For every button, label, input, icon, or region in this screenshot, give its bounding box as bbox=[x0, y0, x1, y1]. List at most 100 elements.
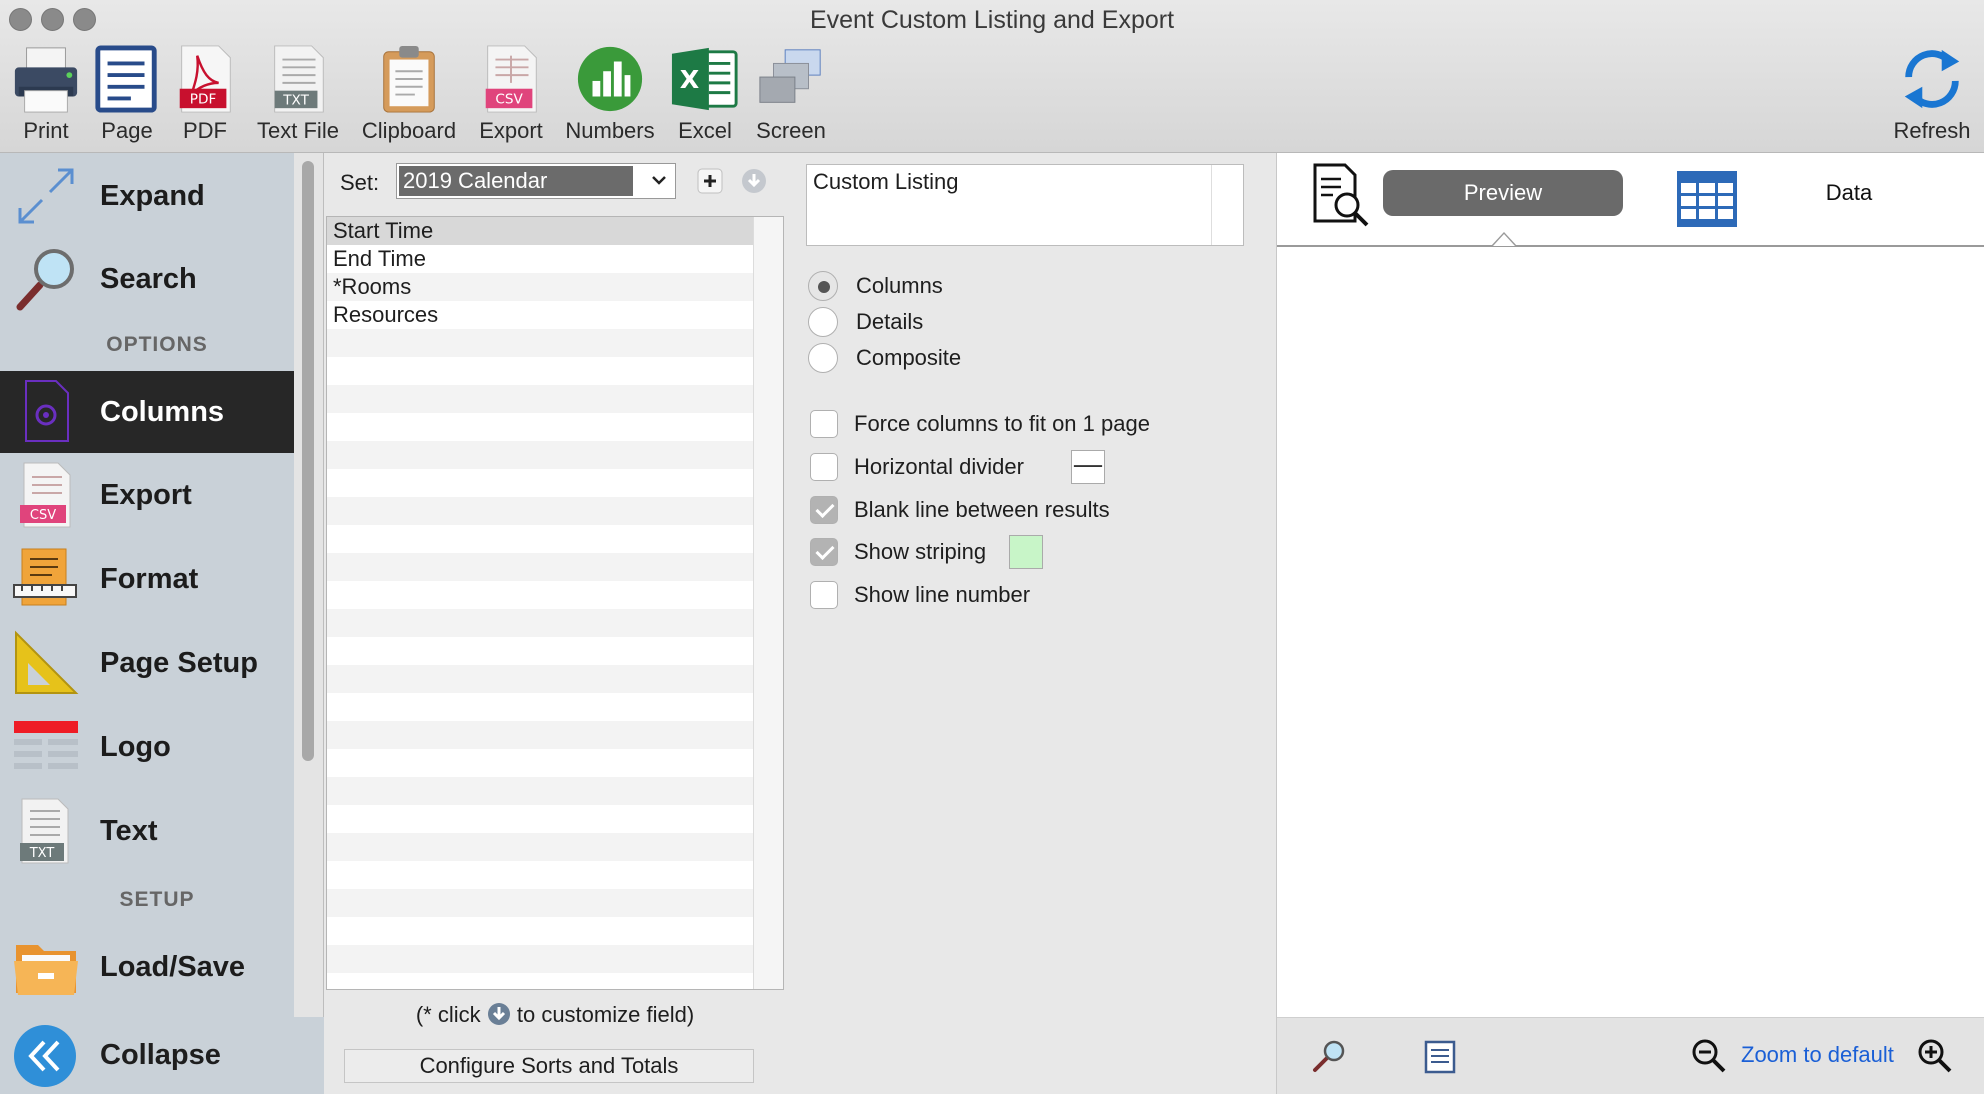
toolbar-page-button[interactable]: Page bbox=[92, 44, 162, 144]
field-list-empty-row[interactable] bbox=[327, 525, 753, 553]
field-list-empty-row[interactable] bbox=[327, 637, 753, 665]
toolbar-numbers-button[interactable]: Numbers bbox=[560, 44, 660, 144]
tab-preview[interactable]: Preview bbox=[1383, 170, 1623, 216]
magnifier-icon[interactable] bbox=[1311, 1038, 1347, 1074]
field-list-empty-row[interactable] bbox=[327, 329, 753, 357]
checkbox-force-columns[interactable]: Force columns to fit on 1 page bbox=[810, 409, 1150, 439]
field-list-empty-row[interactable] bbox=[327, 945, 753, 973]
field-list-empty-row[interactable] bbox=[327, 917, 753, 945]
svg-text:TXT: TXT bbox=[29, 846, 55, 861]
collapse-button[interactable]: Collapse bbox=[0, 1017, 324, 1094]
field-list-empty-row[interactable] bbox=[327, 861, 753, 889]
toolbar-label: Text File bbox=[257, 118, 339, 143]
field-list-empty-row[interactable] bbox=[327, 357, 753, 385]
logo-icon bbox=[14, 721, 78, 769]
zoom-out-icon[interactable] bbox=[1691, 1038, 1727, 1074]
field-list-empty-row[interactable] bbox=[327, 469, 753, 497]
tab-data[interactable]: Data bbox=[1729, 170, 1969, 216]
toolbar-print-button[interactable]: Print bbox=[8, 44, 84, 144]
svg-text:X: X bbox=[680, 65, 699, 94]
checkbox-show-striping[interactable]: Show striping bbox=[810, 537, 986, 567]
set-square-icon bbox=[15, 630, 79, 694]
customize-field-button[interactable] bbox=[741, 168, 767, 194]
radio-composite[interactable]: Composite bbox=[808, 342, 961, 374]
radio-columns[interactable]: Columns bbox=[808, 270, 943, 302]
field-list-empty-row[interactable] bbox=[327, 805, 753, 833]
listing-title-field[interactable]: Custom Listing bbox=[806, 164, 1244, 246]
sidebar-item-label: Columns bbox=[100, 395, 225, 428]
field-list-empty-row[interactable] bbox=[327, 749, 753, 777]
radio-details[interactable]: Details bbox=[808, 306, 923, 338]
field-list-empty-row[interactable] bbox=[327, 889, 753, 917]
checkbox bbox=[810, 581, 838, 609]
sidebar-item-columns[interactable]: Columns bbox=[0, 371, 294, 453]
sidebar-item-load-save[interactable]: Load/Save bbox=[0, 927, 294, 1007]
sidebar-item-search[interactable]: Search bbox=[0, 239, 294, 319]
configure-sorts-totals-button[interactable]: Configure Sorts and Totals bbox=[344, 1049, 754, 1083]
field-list-item[interactable]: Start Time bbox=[327, 217, 753, 245]
sidebar-item-format[interactable]: Format bbox=[0, 539, 294, 619]
sidebar-item-export[interactable]: CSV Export bbox=[0, 455, 294, 535]
horizontal-divider-icon bbox=[1073, 465, 1103, 467]
field-list-empty-row[interactable] bbox=[327, 581, 753, 609]
field-list-empty-row[interactable] bbox=[327, 721, 753, 749]
field-list-empty-row[interactable] bbox=[327, 441, 753, 469]
zoom-in-icon[interactable] bbox=[1917, 1038, 1953, 1074]
active-tab-caret bbox=[1491, 232, 1517, 246]
field-list-empty-row[interactable] bbox=[327, 413, 753, 441]
radio-button bbox=[808, 307, 838, 337]
striping-color-swatch[interactable] bbox=[1009, 535, 1043, 569]
sidebar-scrollbar[interactable] bbox=[294, 153, 324, 1017]
field-list-empty-row[interactable] bbox=[327, 833, 753, 861]
csv-icon: CSV bbox=[20, 462, 71, 528]
printer-icon bbox=[14, 47, 78, 113]
add-set-button[interactable] bbox=[697, 168, 723, 194]
sidebar: Expand Search OPTIONS Columns CSV Export bbox=[0, 153, 294, 1017]
field-list-empty-row[interactable] bbox=[327, 777, 753, 805]
set-select[interactable]: 2019 Calendar bbox=[396, 163, 676, 199]
field-list-scrollbar[interactable] bbox=[753, 217, 783, 989]
field-list-empty-row[interactable] bbox=[327, 497, 753, 525]
zoom-to-default-link[interactable]: Zoom to default bbox=[1741, 1042, 1894, 1068]
listing-title-scrollbar[interactable] bbox=[1211, 165, 1243, 245]
checkbox bbox=[810, 410, 838, 438]
toolbar-clipboard-button[interactable]: Clipboard bbox=[356, 44, 462, 144]
sidebar-scrollbar-thumb[interactable] bbox=[302, 161, 314, 761]
page-icon[interactable] bbox=[1423, 1040, 1457, 1074]
field-list-empty-row[interactable] bbox=[327, 385, 753, 413]
chevron-down-icon bbox=[651, 170, 667, 191]
field-list-item[interactable]: End Time bbox=[327, 245, 753, 273]
download-circle-icon bbox=[742, 169, 766, 193]
toolbar-excel-button[interactable]: X Excel bbox=[668, 44, 742, 144]
field-list-empty-row[interactable] bbox=[327, 693, 753, 721]
svg-text:CSV: CSV bbox=[30, 508, 56, 523]
field-list-empty-row[interactable] bbox=[327, 553, 753, 581]
divider-style-picker[interactable] bbox=[1071, 450, 1105, 484]
toolbar-textfile-button[interactable]: TXT Text File bbox=[250, 44, 346, 144]
toolbar-label: Clipboard bbox=[361, 118, 457, 143]
sidebar-item-label: Text bbox=[100, 814, 158, 847]
checkbox-label: Horizontal divider bbox=[854, 454, 1024, 479]
txt-icon: TXT bbox=[20, 798, 69, 864]
document-search-icon[interactable] bbox=[1311, 163, 1371, 229]
checkbox-show-line-number[interactable]: Show line number bbox=[810, 580, 1030, 610]
preview-toolbar: Zoom to default bbox=[1277, 1017, 1984, 1094]
sidebar-item-page-setup[interactable]: Page Setup bbox=[0, 623, 294, 703]
preview-pane: Preview Data Zoom to default bbox=[1276, 153, 1984, 1094]
field-list-item[interactable]: *Rooms bbox=[327, 273, 753, 301]
field-list-empty-row[interactable] bbox=[327, 609, 753, 637]
sidebar-item-logo[interactable]: Logo bbox=[0, 707, 294, 787]
field-list-empty-row[interactable] bbox=[327, 665, 753, 693]
double-chevron-left-icon bbox=[14, 1025, 76, 1087]
toolbar-export-button[interactable]: CSV Export bbox=[470, 44, 552, 144]
checkbox-blank-line[interactable]: Blank line between results bbox=[810, 495, 1110, 525]
field-list-item[interactable]: Resources bbox=[327, 301, 753, 329]
checkbox-horizontal-divider[interactable]: Horizontal divider bbox=[810, 452, 1024, 482]
sidebar-item-expand[interactable]: Expand bbox=[0, 156, 294, 236]
toolbar-screen-button[interactable]: Screen bbox=[750, 44, 832, 144]
sidebar-item-text[interactable]: TXT Text bbox=[0, 791, 294, 871]
pdf-icon: PDF bbox=[179, 45, 231, 113]
download-circle-icon bbox=[487, 1002, 511, 1026]
toolbar-pdf-button[interactable]: PDF PDF bbox=[170, 44, 240, 144]
toolbar-refresh-button[interactable]: Refresh bbox=[1888, 44, 1976, 144]
